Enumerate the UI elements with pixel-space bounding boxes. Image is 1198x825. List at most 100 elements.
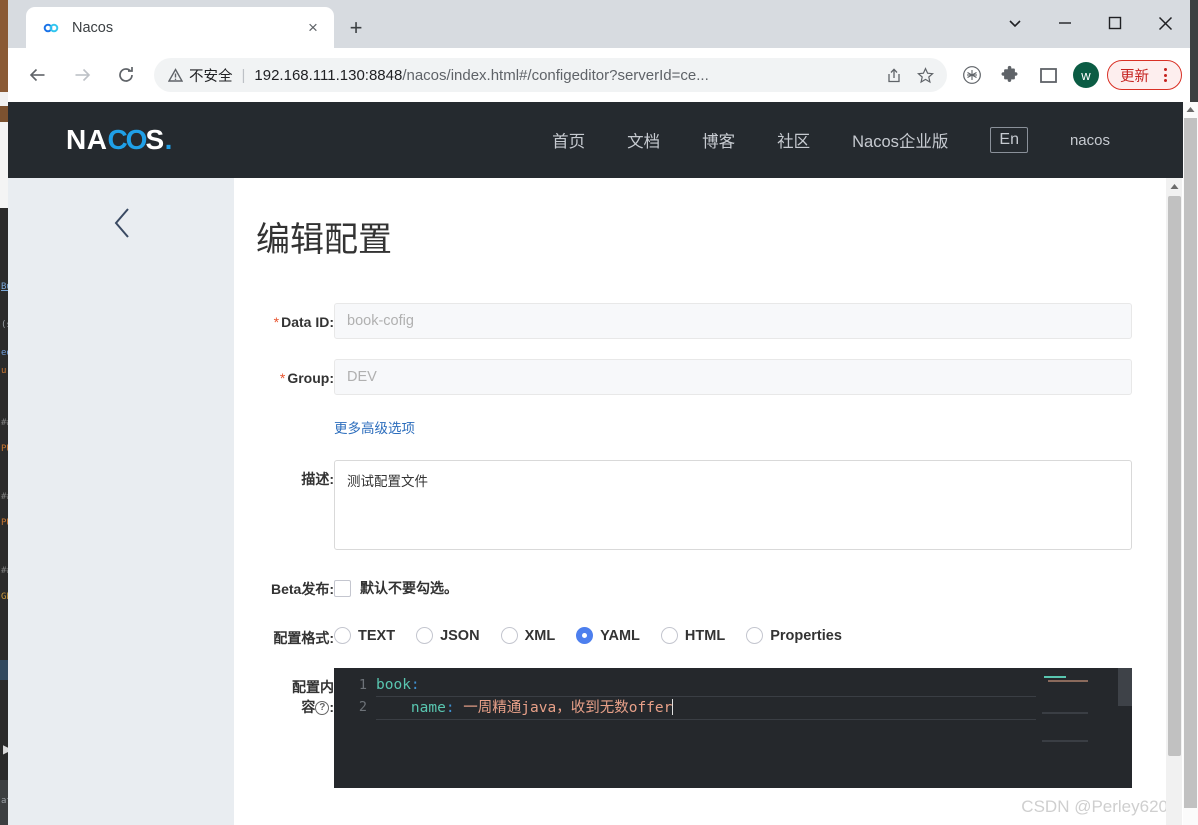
browser-scrollbar-thumb[interactable] — [1184, 118, 1197, 808]
data-id-label-text: Data ID: — [281, 314, 334, 330]
scroll-up-arrow-icon[interactable] — [1166, 178, 1182, 194]
help-icon[interactable]: ? — [315, 701, 330, 716]
yaml-key: book — [376, 677, 411, 693]
yaml-colon: : — [410, 677, 420, 693]
format-label-properties: Properties — [770, 627, 842, 644]
data-id-input[interactable]: book-cofig — [334, 303, 1132, 339]
minimize-button[interactable] — [1040, 0, 1090, 46]
maximize-button[interactable] — [1090, 0, 1140, 46]
reload-icon[interactable] — [108, 57, 144, 93]
window-controls — [990, 0, 1190, 46]
format-label-json: JSON — [440, 627, 480, 644]
form-row-group: * Group: DEV — [256, 359, 1132, 395]
text-caret — [672, 699, 674, 715]
radio-circle-selected-icon[interactable] — [576, 627, 594, 644]
tab-strip: Nacos × + — [8, 0, 1190, 48]
config-content-editor[interactable]: 1 2 book: name: 一周精通java，收到无数offer — [334, 668, 1132, 788]
page-scrollbar[interactable] — [1166, 178, 1182, 825]
format-radio-properties[interactable]: Properties — [746, 627, 842, 644]
editor-line-numbers: 1 2 — [334, 668, 376, 788]
yaml-indent — [376, 700, 411, 716]
format-radio-text[interactable]: TEXT — [334, 627, 395, 644]
extensions-puzzle-icon[interactable] — [994, 58, 1026, 92]
language-toggle-button[interactable]: En — [990, 127, 1028, 153]
format-radio-xml[interactable]: XML — [500, 627, 556, 644]
side-panel-icon[interactable] — [1032, 58, 1064, 92]
format-radio-json[interactable]: JSON — [416, 627, 480, 644]
required-asterisk: * — [279, 370, 286, 386]
group-input[interactable]: DEV — [334, 359, 1132, 395]
advanced-spacer — [256, 415, 334, 424]
tab-close-icon[interactable]: × — [300, 15, 326, 41]
nav-username[interactable]: nacos — [1070, 132, 1110, 149]
logo-prefix: NA — [66, 124, 108, 155]
form-row-data-id: * Data ID: book-cofig — [256, 303, 1132, 339]
format-label-text: TEXT — [358, 627, 396, 644]
scroll-up-arrow-icon[interactable] — [1183, 102, 1198, 117]
tab-search-icon[interactable] — [990, 0, 1040, 46]
nav-item-enterprise[interactable]: Nacos企业版 — [852, 128, 948, 152]
line-number: 2 — [358, 699, 367, 715]
editor-scrollbar[interactable] — [1118, 668, 1132, 788]
group-label: * Group: — [256, 359, 334, 388]
update-label: 更新 — [1120, 68, 1149, 85]
share-icon[interactable] — [879, 61, 907, 89]
editor-code-area[interactable]: book: name: 一周精通java，收到无数offer — [376, 668, 1132, 788]
url-text: 192.168.111.130:8848/nacos/index.html#/c… — [254, 67, 875, 84]
beta-checkbox[interactable] — [334, 579, 351, 597]
left-sidebar-rail — [8, 178, 234, 825]
beta-label: Beta发布: — [270, 581, 334, 597]
forward-icon[interactable] — [64, 57, 100, 93]
editor-scrollbar-thumb[interactable] — [1118, 668, 1132, 706]
new-tab-button[interactable]: + — [342, 14, 370, 42]
page-title: 编辑配置 — [256, 221, 392, 259]
radio-circle-icon[interactable] — [416, 627, 434, 644]
back-chevron-icon[interactable] — [112, 206, 134, 245]
browser-tab-nacos[interactable]: Nacos × — [26, 7, 334, 48]
nacos-main-nav: 首页 文档 博客 社区 Nacos企业版 En nacos — [552, 127, 1190, 153]
nav-item-docs[interactable]: 文档 — [627, 128, 660, 152]
logo-suffix: S — [145, 124, 165, 155]
address-bar[interactable]: 不安全 | 192.168.111.130:8848/nacos/index.h… — [154, 58, 947, 92]
page-viewport: NA CO S. 首页 文档 博客 社区 Nacos企业版 En nacos 编辑配… — [8, 102, 1190, 825]
url-path: /nacos/index.html#/configeditor?serverId… — [402, 66, 709, 84]
form-row-format: 配置格式: TEXT JSON XML YAML HTML Properties — [256, 619, 1132, 648]
profile-avatar[interactable]: w — [1073, 62, 1099, 88]
browser-scrollbar[interactable] — [1183, 102, 1198, 825]
content-label-line2: 容 — [301, 699, 316, 715]
logo-dot: . — [164, 124, 173, 155]
form-row-description: 描述: 测试配置文件 — [256, 460, 1132, 550]
tree-circle-icon[interactable] — [956, 58, 988, 92]
nav-item-community[interactable]: 社区 — [777, 128, 810, 152]
nav-item-home[interactable]: 首页 — [552, 128, 585, 152]
description-textarea[interactable]: 测试配置文件 — [334, 460, 1132, 550]
description-label: 描述: — [301, 471, 334, 487]
page-scrollbar-thumb[interactable] — [1168, 196, 1181, 756]
update-button[interactable]: 更新 — [1107, 60, 1182, 90]
close-window-button[interactable] — [1140, 0, 1190, 46]
logo-infinity: CO — [107, 124, 147, 155]
radio-circle-icon[interactable] — [500, 627, 518, 644]
format-radio-html[interactable]: HTML — [660, 627, 725, 644]
back-icon[interactable] — [20, 57, 56, 93]
advanced-options-link[interactable]: 更多高级选项 — [334, 421, 415, 436]
required-asterisk: * — [273, 314, 280, 330]
editor-minimap[interactable] — [1042, 668, 1116, 788]
radio-circle-icon[interactable] — [746, 627, 764, 644]
form-row-content: 配置内 容?: 1 2 book: name: 一周精通java，收到无数off — [256, 668, 1132, 788]
kebab-menu-icon[interactable] — [1153, 68, 1177, 82]
format-radio-yaml[interactable]: YAML — [576, 627, 640, 644]
star-icon[interactable] — [911, 61, 939, 89]
nacos-logo[interactable]: NA CO S. — [66, 124, 173, 156]
radio-circle-icon[interactable] — [334, 627, 351, 644]
radio-circle-icon[interactable] — [660, 627, 678, 644]
format-radio-group: TEXT JSON XML YAML HTML Properties — [334, 619, 1132, 644]
content-label-line1: 配置内 — [292, 679, 334, 695]
nav-item-blog[interactable]: 博客 — [702, 128, 735, 152]
yaml-colon: : — [445, 700, 455, 716]
yaml-value: 一周精通java，收到无数offer — [454, 700, 673, 716]
url-host: 192.168.111.130:8848 — [254, 66, 403, 84]
form-row-advanced: 更多高级选项 — [256, 415, 1132, 438]
format-label-xml: XML — [524, 627, 556, 644]
page-body: 编辑配置 * Data ID: book-cofig * Group: DEV … — [8, 178, 1190, 825]
